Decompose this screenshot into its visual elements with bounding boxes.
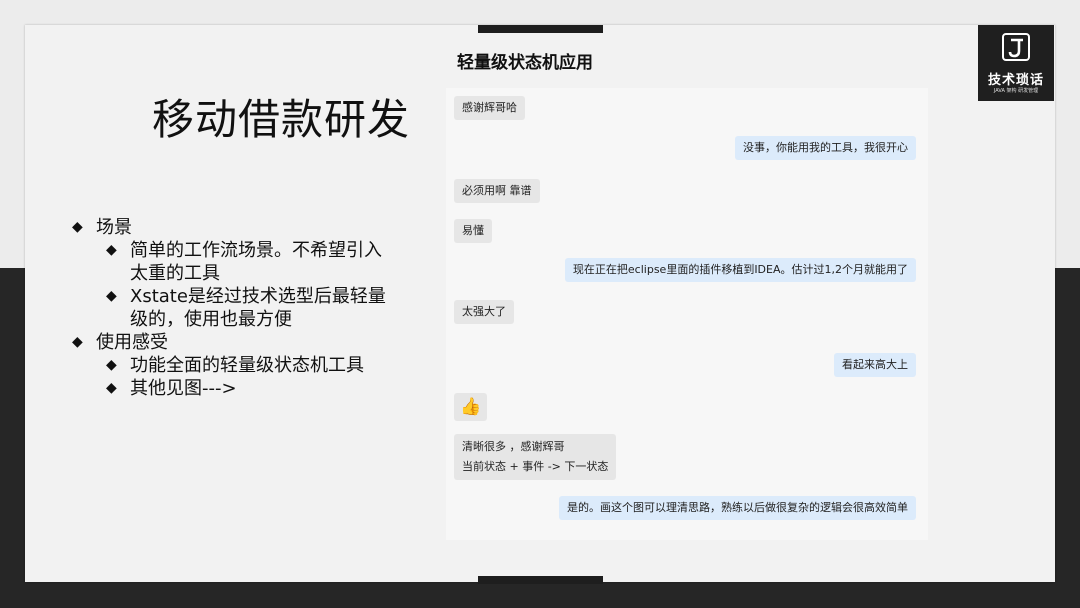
chat-message-right: 看起来高大上 bbox=[834, 353, 916, 377]
brand-subtitle: JAVA 架构 研发管理 bbox=[993, 88, 1039, 94]
bullet-item: ◆ 场景 bbox=[72, 216, 392, 239]
bullet-text: 功能全面的轻量级状态机工具 bbox=[130, 355, 364, 376]
bullet-text: 其他见图---> bbox=[130, 378, 237, 399]
chat-message-left: 易懂 bbox=[454, 219, 492, 243]
chat-message-right: 是的。画这个图可以理清思路，熟练以后做很复杂的逻辑会很高效简单 bbox=[559, 496, 916, 520]
slide-top-tab bbox=[478, 25, 603, 33]
brand-logo: 技术琐话 JAVA 架构 研发管理 bbox=[978, 25, 1054, 101]
bullet-text: 使用感受 bbox=[96, 332, 168, 353]
chat-message-left: 感谢辉哥哈 bbox=[454, 96, 525, 120]
slide-bottom-tab bbox=[478, 576, 603, 584]
chat-message-right: 现在正在把eclipse里面的插件移植到IDEA。估计过1,2个月就能用了 bbox=[564, 258, 916, 282]
chat-message-left: 清晰很多 ，感谢辉哥 当前状态 + 事件 -> 下一状态 bbox=[454, 434, 617, 480]
diamond-bullet-icon: ◆ bbox=[72, 334, 83, 350]
chat-message-right: 没事，你能用我的工具，我很开心 bbox=[735, 136, 916, 160]
diamond-bullet-icon: ◆ bbox=[106, 357, 117, 373]
diamond-bullet-icon: ◆ bbox=[106, 380, 117, 396]
bullet-text: Xstate是经过技术选型后最轻量级的，使用也最方便 bbox=[130, 286, 386, 330]
chat-message-line: 清晰很多 ，感谢辉哥 bbox=[462, 440, 565, 453]
bullet-item: ◆ 功能全面的轻量级状态机工具 bbox=[106, 354, 392, 377]
diamond-bullet-icon: ◆ bbox=[72, 219, 83, 235]
j-logo-icon bbox=[1002, 33, 1030, 61]
bullet-text: 简单的工作流场景。不希望引入太重的工具 bbox=[130, 240, 382, 284]
bullet-item: ◆ 使用感受 bbox=[72, 331, 392, 354]
diamond-bullet-icon: ◆ bbox=[106, 242, 117, 258]
chat-title: 轻量级状态机应用 bbox=[457, 53, 593, 73]
chat-message-left: 太强大了 bbox=[454, 300, 514, 324]
diamond-bullet-icon: ◆ bbox=[106, 288, 117, 304]
chat-message-line: 当前状态 + 事件 -> 下一状态 bbox=[462, 460, 609, 473]
brand-name: 技术琐话 bbox=[987, 73, 1044, 88]
page-title: 移动借款研发 bbox=[152, 95, 411, 144]
bullet-list: ◆ 场景 ◆ 简单的工作流场景。不希望引入太重的工具 ◆ Xstate是经过技术… bbox=[72, 216, 392, 400]
bullet-text: 场景 bbox=[96, 217, 132, 238]
chat-message-left: 必须用啊 靠谱 bbox=[454, 179, 540, 203]
bullet-item: ◆ Xstate是经过技术选型后最轻量级的，使用也最方便 bbox=[106, 285, 392, 331]
bullet-item: ◆ 简单的工作流场景。不希望引入太重的工具 bbox=[106, 239, 392, 285]
bullet-item: ◆ 其他见图---> bbox=[106, 377, 392, 400]
thumbs-up-icon: 👍 bbox=[454, 393, 488, 421]
chat-screenshot: 感谢辉哥哈 没事，你能用我的工具，我很开心 必须用啊 靠谱 易懂 现在正在把ec… bbox=[446, 88, 928, 540]
